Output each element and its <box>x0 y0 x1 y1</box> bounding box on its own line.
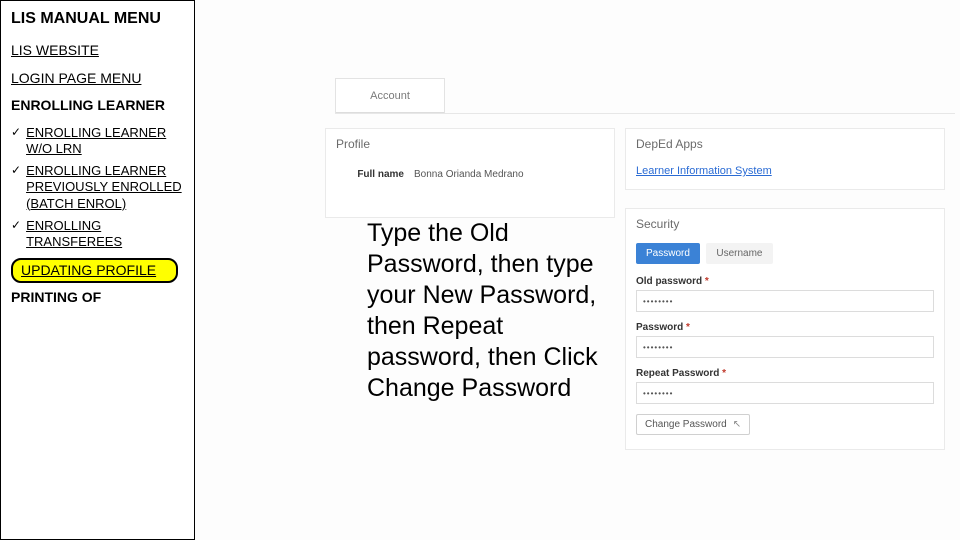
profile-card-title: Profile <box>336 137 604 151</box>
toc-item-label: ENROLLING LEARNER PREVIOUSLY ENROLLED (B… <box>26 163 184 212</box>
tab-underline <box>335 113 955 114</box>
repeat-password-label: Repeat Password * <box>636 368 934 379</box>
old-password-input[interactable] <box>636 290 934 312</box>
slide-main: Account Profile Full name Bonna Orianda … <box>195 0 960 540</box>
full-name-label: Full name <box>336 169 414 180</box>
security-card: Security Password Username Old password … <box>625 208 945 450</box>
toc-item[interactable]: ✓ ENROLLING TRANSFEREES <box>11 218 184 251</box>
change-password-button[interactable]: Change Password ↖ <box>636 414 750 435</box>
toc-cutoff-row: PRINTING OF <box>11 289 184 305</box>
toc-item-label: ENROLLING LEARNER W/O LRN <box>26 125 184 158</box>
tab-username[interactable]: Username <box>706 243 772 264</box>
security-title: Security <box>636 217 934 231</box>
instruction-text: Type the Old Password, then type your Ne… <box>367 218 617 404</box>
change-password-label: Change Password <box>645 419 727 430</box>
check-icon: ✓ <box>11 163 21 179</box>
toc-title: LIS MANUAL MENU <box>11 9 184 28</box>
tab-password[interactable]: Password <box>636 243 700 264</box>
password-input[interactable] <box>636 336 934 358</box>
toc-item-label: ENROLLING TRANSFEREES <box>26 218 184 251</box>
app-link-lis[interactable]: Learner Information System <box>636 165 772 177</box>
check-icon: ✓ <box>11 218 21 234</box>
toc-link-lis-website[interactable]: LIS WEBSITE <box>11 42 184 60</box>
repeat-password-input[interactable] <box>636 382 934 404</box>
toc-link-login-page[interactable]: LOGIN PAGE MENU <box>11 70 184 88</box>
tab-account[interactable]: Account <box>335 78 445 114</box>
full-name-value: Bonna Orianda Medrano <box>414 169 524 180</box>
old-password-label: Old password * <box>636 276 934 287</box>
profile-card: Profile Full name Bonna Orianda Medrano <box>325 128 615 218</box>
toc-section-enrolling: ENROLLING LEARNER <box>11 97 184 115</box>
password-label: Password * <box>636 322 934 333</box>
cursor-icon: ↖ <box>733 419 741 430</box>
check-icon: ✓ <box>11 125 21 141</box>
deped-apps-title: DepEd Apps <box>636 137 934 151</box>
security-tabs: Password Username <box>636 243 934 264</box>
toc-item[interactable]: ✓ ENROLLING LEARNER W/O LRN <box>11 125 184 158</box>
deped-apps-card: DepEd Apps Learner Information System <box>625 128 945 190</box>
toc-sublist: ✓ ENROLLING LEARNER W/O LRN ✓ ENROLLING LE… <box>11 125 184 251</box>
toc-item[interactable]: ✓ ENROLLING LEARNER PREVIOUSLY ENROLLED (… <box>11 163 184 212</box>
toc-link-updating-profile[interactable]: UPDATING PROFILE <box>11 258 178 283</box>
sidebar-toc: LIS MANUAL MENU LIS WEBSITE LOGIN PAGE M… <box>0 0 195 540</box>
